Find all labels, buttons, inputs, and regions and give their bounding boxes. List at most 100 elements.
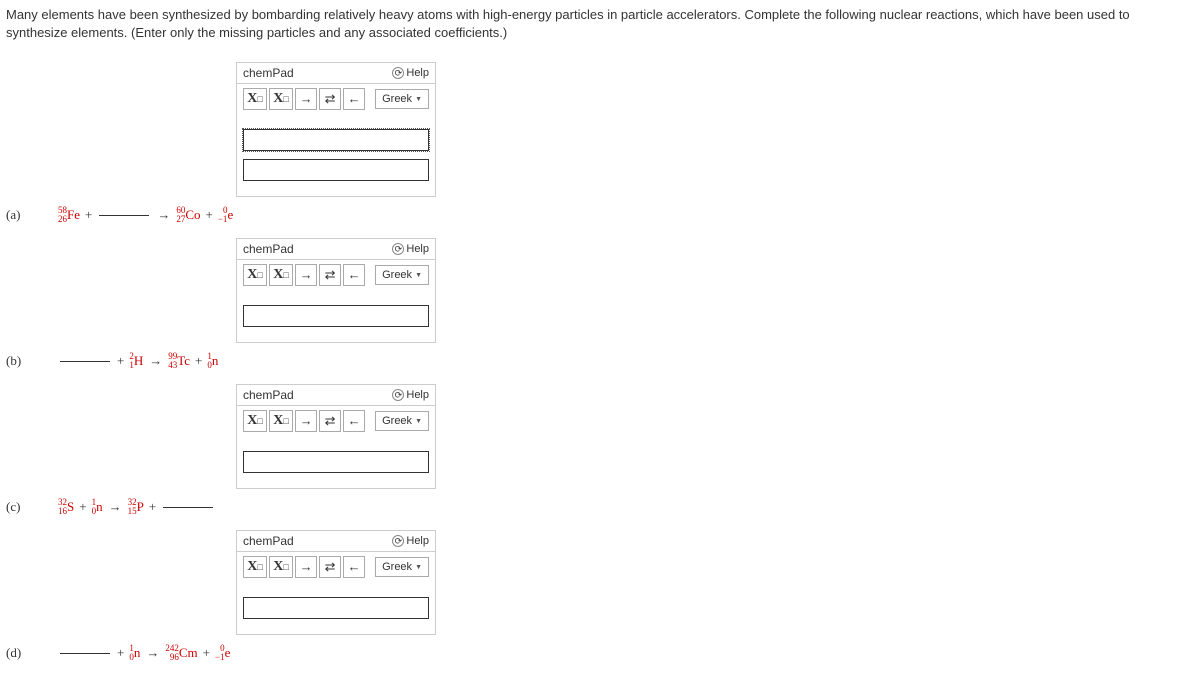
superscript-button[interactable]: X□ (269, 410, 293, 432)
superscript-button[interactable]: X□ (269, 264, 293, 286)
arrow-symbol: → (109, 499, 122, 515)
chempad-title-prefix: chem (243, 534, 272, 548)
chempad-title: chemPad (243, 66, 294, 80)
chempad-body (237, 436, 435, 488)
help-button[interactable]: ⟳ Help (392, 535, 429, 547)
chempad-header: chemPad ⟳ Help (237, 63, 435, 84)
blank-input (60, 361, 110, 362)
plus-symbol: + (195, 353, 202, 369)
subscript-button[interactable]: X□ (243, 264, 267, 286)
subscript-button[interactable]: X□ (243, 88, 267, 110)
help-icon: ⟳ (392, 389, 404, 401)
plus-symbol: + (149, 499, 156, 515)
plus-symbol: + (79, 499, 86, 515)
chempad-title: chemPad (243, 242, 294, 256)
arrow-equilib-button[interactable]: ⇄ (319, 264, 341, 286)
help-icon: ⟳ (392, 67, 404, 79)
nuclide-h: 21 H (129, 352, 143, 370)
chempad-a: chemPad ⟳ Help X□ X□ → ⇄ ← Greek (236, 62, 436, 197)
answer-input[interactable] (243, 451, 429, 473)
blank-input (163, 507, 213, 508)
help-button[interactable]: ⟳ Help (392, 389, 429, 401)
chempad-toolbar: X□ X□ → ⇄ ← Greek (237, 552, 435, 582)
help-label: Help (406, 535, 429, 547)
equation-b: (b) + 21 H → 9943 Tc + 10 n (6, 348, 1194, 374)
arrow-left-button[interactable]: ← (343, 556, 365, 578)
instructions-text: Many elements have been synthesized by b… (6, 6, 1194, 42)
chempad-title-suffix: Pad (272, 66, 293, 80)
problem-label: (d) (6, 645, 46, 661)
chempad-toolbar: X□ X□ → ⇄ ← Greek (237, 84, 435, 114)
chempad-title-prefix: chem (243, 388, 272, 402)
arrow-right-button[interactable]: → (295, 88, 317, 110)
help-label: Help (406, 67, 429, 79)
help-icon: ⟳ (392, 535, 404, 547)
help-button[interactable]: ⟳ Help (392, 67, 429, 79)
problem-label: (b) (6, 353, 46, 369)
answer-input[interactable] (243, 597, 429, 619)
nuclide-s: 3216 S (58, 498, 74, 516)
answer-input[interactable] (243, 159, 429, 181)
arrow-equilib-button[interactable]: ⇄ (319, 410, 341, 432)
arrow-equilib-button[interactable]: ⇄ (319, 88, 341, 110)
problem-label: (c) (6, 499, 46, 515)
chempad-title: chemPad (243, 534, 294, 548)
chempad-title-prefix: chem (243, 66, 272, 80)
nuclide-co: 6027 Co (176, 206, 200, 224)
plus-symbol: + (117, 645, 124, 661)
superscript-button[interactable]: X□ (269, 556, 293, 578)
chempad-c: chemPad ⟳ Help X□ X□ → ⇄ ← Greek (236, 384, 436, 489)
nuclide-n: 10 n (129, 644, 140, 662)
arrow-equilib-button[interactable]: ⇄ (319, 556, 341, 578)
subscript-button[interactable]: X□ (243, 410, 267, 432)
nuclide-cm: 24296 Cm (165, 644, 197, 662)
nuclide-fe: 5826 Fe (58, 206, 80, 224)
arrow-right-button[interactable]: → (295, 410, 317, 432)
nuclide-n: 10 n (92, 498, 103, 516)
blank-input (99, 215, 149, 216)
arrow-right-button[interactable]: → (295, 556, 317, 578)
problem-c: chemPad ⟳ Help X□ X□ → ⇄ ← Greek (c) 321… (6, 384, 1194, 520)
equation-a: (a) 5826 Fe + → 6027 Co + 0−1 e (6, 202, 1194, 228)
chempad-header: chemPad ⟳ Help (237, 385, 435, 406)
chempad-title: chemPad (243, 388, 294, 402)
superscript-button[interactable]: X□ (269, 88, 293, 110)
chempad-body (237, 582, 435, 634)
chempad-toolbar: X□ X□ → ⇄ ← Greek (237, 406, 435, 436)
chempad-d: chemPad ⟳ Help X□ X□ → ⇄ ← Greek (236, 530, 436, 635)
subscript-button[interactable]: X□ (243, 556, 267, 578)
arrow-left-button[interactable]: ← (343, 410, 365, 432)
equation-d: (d) + 10 n → 24296 Cm + 0−1 e (6, 640, 1194, 666)
nuclide-p: 3215 P (128, 498, 144, 516)
chempad-body (237, 114, 435, 196)
help-icon: ⟳ (392, 243, 404, 255)
chempad-title-prefix: chem (243, 242, 272, 256)
answer-input[interactable] (243, 305, 429, 327)
arrow-symbol: → (157, 207, 170, 223)
problem-d: chemPad ⟳ Help X□ X□ → ⇄ ← Greek (d) + 1… (6, 530, 1194, 666)
problem-a: chemPad ⟳ Help X□ X□ → ⇄ ← Greek (a) 582… (6, 62, 1194, 228)
answer-input-preview[interactable] (243, 129, 429, 151)
plus-symbol: + (85, 207, 92, 223)
help-label: Help (406, 389, 429, 401)
nuclide-n: 10 n (207, 352, 218, 370)
chempad-title-suffix: Pad (272, 388, 293, 402)
greek-dropdown[interactable]: Greek (375, 411, 429, 431)
chempad-title-suffix: Pad (272, 242, 293, 256)
problem-label: (a) (6, 207, 46, 223)
chempad-title-suffix: Pad (272, 534, 293, 548)
nuclide-e: 0−1 e (218, 206, 233, 224)
greek-dropdown[interactable]: Greek (375, 557, 429, 577)
plus-symbol: + (117, 353, 124, 369)
nuclide-tc: 9943 Tc (168, 352, 190, 370)
arrow-right-button[interactable]: → (295, 264, 317, 286)
greek-dropdown[interactable]: Greek (375, 265, 429, 285)
greek-dropdown[interactable]: Greek (375, 89, 429, 109)
chempad-header: chemPad ⟳ Help (237, 239, 435, 260)
arrow-left-button[interactable]: ← (343, 88, 365, 110)
chempad-body (237, 290, 435, 342)
chempad-b: chemPad ⟳ Help X□ X□ → ⇄ ← Greek (236, 238, 436, 343)
help-button[interactable]: ⟳ Help (392, 243, 429, 255)
arrow-symbol: → (149, 353, 162, 369)
arrow-left-button[interactable]: ← (343, 264, 365, 286)
